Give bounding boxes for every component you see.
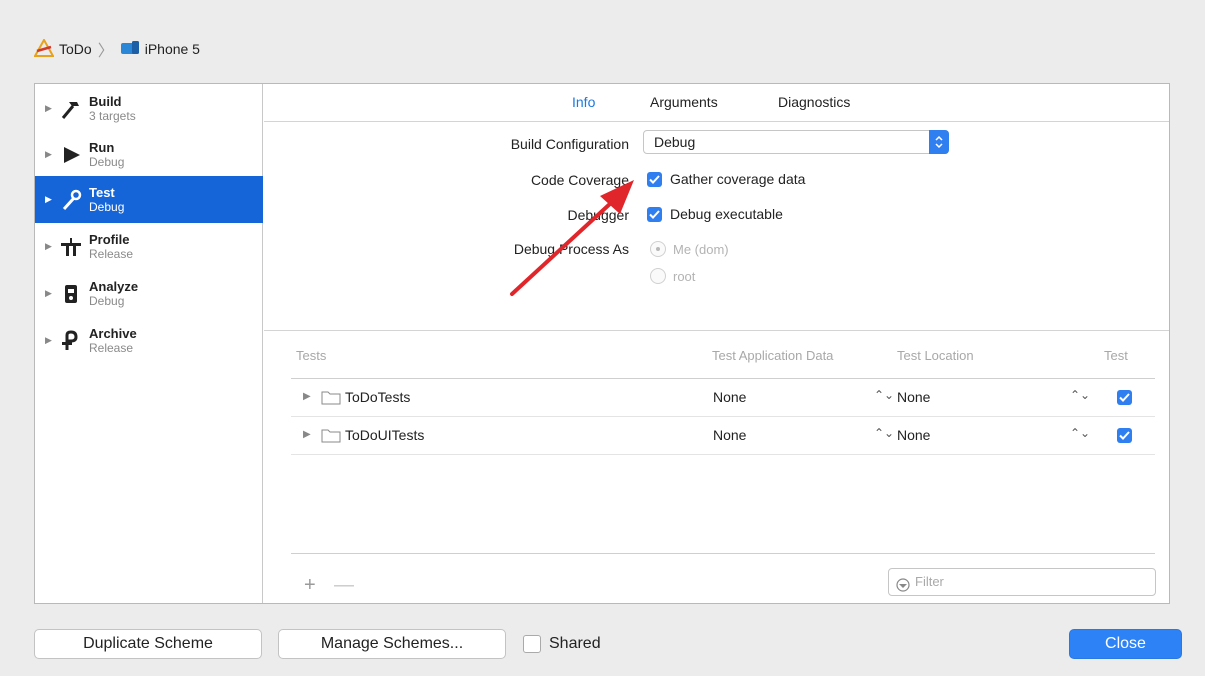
sidebar-item-title: Build [89,93,122,109]
disclosure-triangle-icon[interactable]: ▶ [45,241,57,252]
tab-diagnostics[interactable]: Diagnostics [778,94,850,110]
folder-icon [321,389,341,410]
test-enabled-checkbox[interactable] [1117,390,1132,405]
radio-me-label: Me (dom) [673,242,729,257]
sidebar-item-test[interactable]: ▶ Test Debug [35,176,263,223]
sidebar-item-title: Analyze [89,278,139,294]
debug-executable-checkbox[interactable] [647,207,662,222]
tab-bar: Info Arguments Diagnostics [264,84,1169,122]
sidebar-item-run[interactable]: ▶ Run Debug [35,131,263,178]
gather-coverage-checkbox[interactable] [647,172,662,187]
test-location-value[interactable]: None [897,389,930,405]
disclosure-triangle-icon[interactable]: ▶ [45,103,57,114]
test-target-name: ToDoUITests [345,427,425,443]
updown-chevron-icon[interactable]: ⌃⌄ [874,426,894,440]
debug-executable-label: Debug executable [670,206,783,222]
tab-info[interactable]: Info [572,94,595,110]
breadcrumb-separator-icon: 〉 [97,43,114,60]
sidebar-item-subtitle: Debug [89,154,125,169]
archive-icon [57,327,85,355]
popup-stepper-icon[interactable] [929,130,949,154]
sidebar-item-title: Profile [89,231,130,247]
xcode-app-icon [33,37,55,60]
radio-root[interactable] [650,268,666,284]
table-row[interactable]: ▶ ToDoUITests None ⌃⌄ None ⌃⌄ [291,417,1155,455]
instruments-icon [57,233,85,261]
sidebar-item-profile[interactable]: ▶ Profile Release [35,223,263,270]
radio-me[interactable] [650,241,666,257]
column-header-tests[interactable]: Tests [296,348,326,363]
shared-checkbox[interactable] [523,635,541,653]
scheme-action-sidebar: ▶ Build 3 targets ▶ Run Debug ▶ Test Deb… [35,84,263,603]
sidebar-item-analyze[interactable]: ▶ Analyze Debug [35,270,263,317]
play-icon [57,141,85,169]
test-location-value[interactable]: None [897,427,930,443]
updown-chevron-icon[interactable]: ⌃⌄ [1070,426,1090,440]
test-app-data-value[interactable]: None [713,427,746,443]
section-divider [264,330,1169,331]
hammer-icon [57,95,85,123]
test-target-name: ToDoTests [345,389,411,405]
close-button[interactable]: Close [1069,629,1182,659]
scheme-editor-panel: ▶ Build 3 targets ▶ Run Debug ▶ Test Deb… [34,83,1170,604]
debug-process-as-label: Debug Process As [513,241,629,257]
test-enabled-checkbox[interactable] [1117,428,1132,443]
filter-icon [896,575,910,601]
breadcrumb-device[interactable]: iPhone 5 [145,41,200,57]
test-app-data-value[interactable]: None [713,389,746,405]
radio-root-label: root [673,269,696,284]
remove-test-button[interactable]: — [334,574,354,597]
column-header-location[interactable]: Test Location [897,348,974,363]
code-coverage-label: Code Coverage [530,172,629,188]
column-header-test[interactable]: Test [1104,348,1128,363]
sidebar-item-archive[interactable]: ▶ Archive Release [35,317,263,364]
sidebar-item-subtitle: Release [89,340,134,355]
sidebar-item-subtitle: Release [89,246,134,261]
folder-icon [321,427,341,448]
scheme-detail-pane: Info Arguments Diagnostics Build Configu… [264,84,1169,603]
sidebar-item-subtitle: Debug [89,293,125,308]
build-configuration-value: Debug [654,134,696,150]
build-configuration-label: Build Configuration [510,136,629,152]
filter-input[interactable]: Filter [888,568,1156,596]
debugger-label: Debugger [567,207,630,223]
disclosure-triangle-icon[interactable]: ▶ [303,391,311,402]
device-icon [120,40,140,59]
column-header-app-data[interactable]: Test Application Data [712,348,833,363]
tab-arguments[interactable]: Arguments [650,94,718,110]
filter-placeholder: Filter [915,574,944,589]
shared-label: Shared [549,635,601,652]
table-footer-divider [291,553,1155,554]
updown-chevron-icon[interactable]: ⌃⌄ [1070,388,1090,402]
manage-schemes-button[interactable]: Manage Schemes... [278,629,506,659]
wrench-icon [57,186,85,214]
disclosure-triangle-icon[interactable]: ▶ [45,335,57,346]
gather-coverage-label: Gather coverage data [670,171,806,187]
analyze-icon [57,280,85,308]
breadcrumb: ToDo 〉 iPhone 5 [33,37,200,60]
disclosure-triangle-icon[interactable]: ▶ [45,194,57,205]
disclosure-triangle-icon[interactable]: ▶ [303,429,311,440]
breadcrumb-project[interactable]: ToDo [59,41,92,57]
sidebar-item-build[interactable]: ▶ Build 3 targets [35,85,263,132]
updown-chevron-icon[interactable]: ⌃⌄ [874,388,894,402]
sidebar-item-title: Test [89,184,115,200]
sidebar-item-title: Archive [89,325,137,341]
sidebar-item-subtitle: 3 targets [89,108,136,123]
duplicate-scheme-button[interactable]: Duplicate Scheme [34,629,262,659]
sidebar-item-title: Run [89,139,115,155]
sidebar-item-subtitle: Debug [89,199,125,214]
build-configuration-popup[interactable]: Debug [643,130,949,154]
disclosure-triangle-icon[interactable]: ▶ [45,288,57,299]
table-row[interactable]: ▶ ToDoTests None ⌃⌄ None ⌃⌄ [291,379,1155,417]
add-test-button[interactable]: + [304,574,316,597]
disclosure-triangle-icon[interactable]: ▶ [45,149,57,160]
